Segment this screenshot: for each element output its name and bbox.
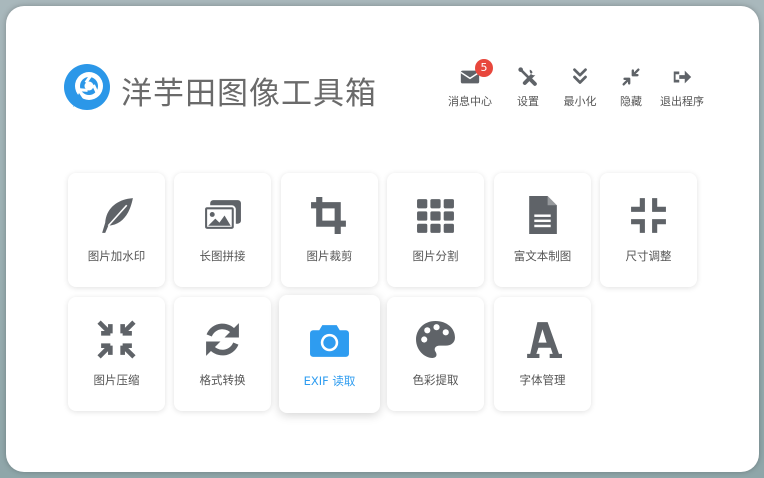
tool-label: 长图拼接 [199, 249, 246, 263]
tool-rich-text-image[interactable]: 富文本制图 [494, 173, 591, 287]
settings-label: 设置 [517, 95, 539, 108]
tool-label: 图片裁剪 [306, 249, 353, 263]
tool-crop[interactable]: 图片裁剪 [281, 173, 378, 287]
hide-label: 隐藏 [620, 95, 642, 108]
tool-format-convert[interactable]: 格式转换 [174, 297, 271, 411]
crop-icon [311, 197, 346, 234]
tool-label: 图片加水印 [87, 249, 146, 263]
tool-long-image-stitch[interactable]: 长图拼接 [174, 173, 271, 287]
app-window: 洋芋田图像工具箱 5 消息中心 设置 最小化 隐藏 退出程序 图片加水印 长图拼… [6, 6, 759, 472]
tool-color-extract[interactable]: 色彩提取 [387, 297, 484, 411]
tool-label: 图片分割 [412, 249, 459, 263]
tool-compress[interactable]: 图片压缩 [68, 297, 165, 411]
palette-icon [416, 321, 455, 358]
font-icon [527, 322, 562, 358]
settings-button[interactable]: 设置 [500, 66, 556, 109]
messages-button[interactable]: 5 消息中心 [442, 59, 498, 109]
app-logo-icon [64, 64, 110, 110]
messages-label: 消息中心 [448, 95, 492, 108]
camera-icon [310, 325, 349, 357]
refresh-icon [206, 323, 239, 356]
tool-label: 图片压缩 [93, 373, 140, 387]
tool-font-manager[interactable]: 字体管理 [494, 297, 591, 411]
tool-label: 富文本制图 [513, 249, 572, 263]
compress-icon [631, 198, 666, 233]
images-icon [203, 200, 241, 231]
tools-icon [518, 67, 537, 86]
compress-arrows-icon [97, 320, 136, 359]
hide-button[interactable]: 隐藏 [603, 66, 659, 109]
minimize-label: 最小化 [563, 95, 597, 108]
minimize-button[interactable]: 最小化 [552, 66, 608, 109]
message-count-badge: 5 [475, 59, 493, 77]
double-chevron-down-icon [573, 68, 587, 84]
exit-button[interactable]: 退出程序 [654, 66, 710, 109]
tool-watermark[interactable]: 图片加水印 [68, 173, 165, 287]
tool-label: 尺寸调整 [625, 249, 672, 263]
tool-label: 色彩提取 [412, 373, 459, 387]
document-icon [529, 196, 557, 234]
grid-icon [417, 199, 454, 233]
shrink-arrows-icon [622, 68, 640, 86]
feather-icon [102, 198, 133, 233]
tool-label: 格式转换 [199, 373, 246, 387]
tool-resize[interactable]: 尺寸调整 [600, 173, 697, 287]
tool-label: 字体管理 [519, 373, 566, 387]
app-title: 洋芋田图像工具箱 [121, 76, 377, 112]
sign-out-icon [673, 70, 692, 84]
tool-exif-reader[interactable]: EXIF 读取 [279, 295, 380, 413]
exit-label: 退出程序 [660, 95, 704, 108]
tool-label: EXIF 读取 [303, 374, 356, 388]
tool-split[interactable]: 图片分割 [387, 173, 484, 287]
